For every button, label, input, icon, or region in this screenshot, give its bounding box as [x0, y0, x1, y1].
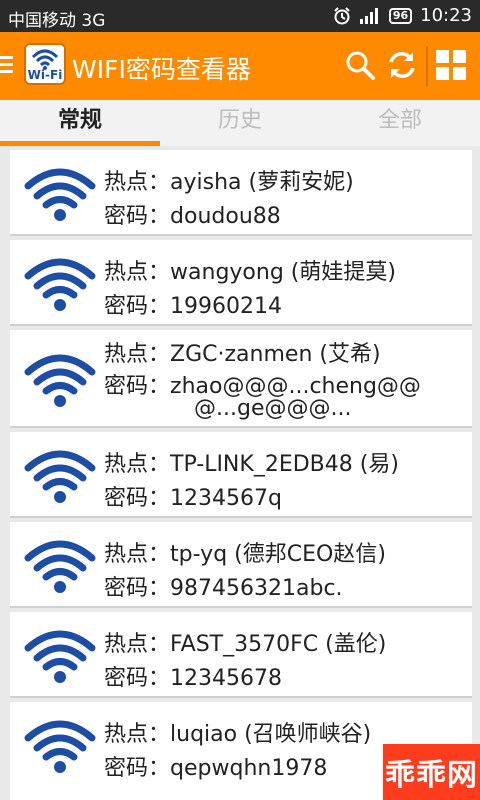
password-line: 密码：12345678 — [104, 666, 283, 691]
hotspot-line: 热点：TP-LINK_2EDB48 (易) — [104, 452, 399, 477]
refresh-icon[interactable] — [385, 48, 419, 82]
clock: 10:23 — [420, 5, 472, 26]
tab-history[interactable]: 历史 — [160, 100, 320, 146]
search-icon[interactable] — [343, 48, 377, 82]
hotspot-line: 热点：wangyong (萌娃提莫) — [104, 260, 396, 285]
password-line: 密码：1234567q — [104, 486, 282, 511]
status-icons: 96 10:23 — [333, 5, 472, 26]
hotspot-line: 热点：ayisha (萝莉安妮) — [104, 170, 354, 195]
password-line: 密码：doudou88 — [104, 204, 281, 229]
password-value: 1234567q — [170, 486, 282, 511]
status-bar: 中国移动 3G 96 10:23 — [0, 0, 480, 32]
tab-all[interactable]: 全部 — [320, 100, 480, 146]
action-divider — [426, 46, 428, 86]
hotspot-name: ZGC·zanmen (艾希) — [170, 342, 381, 367]
wifi-signal-icon — [24, 168, 96, 221]
wifi-signal-icon — [24, 720, 96, 773]
action-bar: Wi-Fi WIFI密码查看器 — [0, 32, 480, 100]
password-line: 密码：qepwqhn1978 — [104, 756, 328, 781]
tab-general[interactable]: 常规 — [0, 100, 160, 146]
password-line: 密码：987456321abc. — [104, 576, 343, 601]
carrier-label: 中国移动 3G — [8, 11, 106, 31]
password-value: qepwqhn1978 — [170, 756, 328, 781]
password-value: 12345678 — [170, 666, 283, 691]
wifi-signal-icon — [24, 630, 96, 683]
grid-menu-icon[interactable] — [434, 48, 468, 82]
tab-bar: 常规 历史 全部 — [0, 100, 480, 146]
app-logo[interactable]: Wi-Fi — [24, 43, 66, 85]
battery-indicator: 96 — [388, 7, 413, 24]
hotspot-line: 热点：tp-yq (德邦CEO赵信) — [104, 542, 386, 567]
network-item[interactable]: 热点：TP-LINK_2EDB48 (易) 密码：1234567q — [10, 432, 472, 518]
hotspot-name: wangyong (萌娃提莫) — [170, 260, 396, 285]
wifi-signal-icon — [24, 258, 96, 311]
network-list: 热点：ayisha (萝莉安妮) 密码：doudou88 热点：wangyong… — [0, 146, 480, 800]
network-item[interactable]: 热点：ayisha (萝莉安妮) 密码：doudou88 — [10, 150, 472, 236]
network-item[interactable]: 热点：tp-yq (德邦CEO赵信) 密码：987456321abc. — [10, 522, 472, 608]
logo-text: Wi-Fi — [27, 68, 63, 82]
signal-icon — [359, 7, 378, 24]
network-item[interactable]: 热点：ZGC·zanmen (艾希) 密码：zhao@@@...cheng@@ … — [10, 330, 472, 428]
app-title: WIFI密码查看器 — [72, 55, 251, 84]
password-continuation: @...ge@@@... — [194, 396, 352, 421]
wifi-signal-icon — [24, 450, 96, 503]
password-value: doudou88 — [170, 204, 281, 229]
password-value: 987456321abc. — [170, 576, 343, 601]
network-item[interactable]: 热点：wangyong (萌娃提莫) 密码：19960214 — [10, 240, 472, 326]
watermark-logo: 乖乖网 — [383, 744, 480, 800]
alarm-icon — [334, 6, 350, 24]
password-value: 19960214 — [170, 294, 283, 319]
hotspot-name: FAST_3570FC (盖伦) — [170, 632, 387, 657]
hotspot-name: TP-LINK_2EDB48 (易) — [170, 452, 399, 477]
network-item[interactable]: 热点：FAST_3570FC (盖伦) 密码：12345678 — [10, 612, 472, 698]
hotspot-line: 热点：ZGC·zanmen (艾希) — [104, 342, 381, 367]
wifi-signal-icon — [24, 354, 96, 407]
hotspot-name: tp-yq (德邦CEO赵信) — [170, 542, 386, 567]
wifi-signal-icon — [24, 540, 96, 593]
hotspot-name: ayisha (萝莉安妮) — [170, 170, 354, 195]
password-line: 密码：19960214 — [104, 294, 283, 319]
hotspot-line: 热点：luqiao (召唤师峡谷) — [104, 722, 372, 747]
hotspot-line: 热点：FAST_3570FC (盖伦) — [104, 632, 387, 657]
menu-icon[interactable] — [0, 54, 16, 76]
hotspot-name: luqiao (召唤师峡谷) — [170, 722, 372, 747]
